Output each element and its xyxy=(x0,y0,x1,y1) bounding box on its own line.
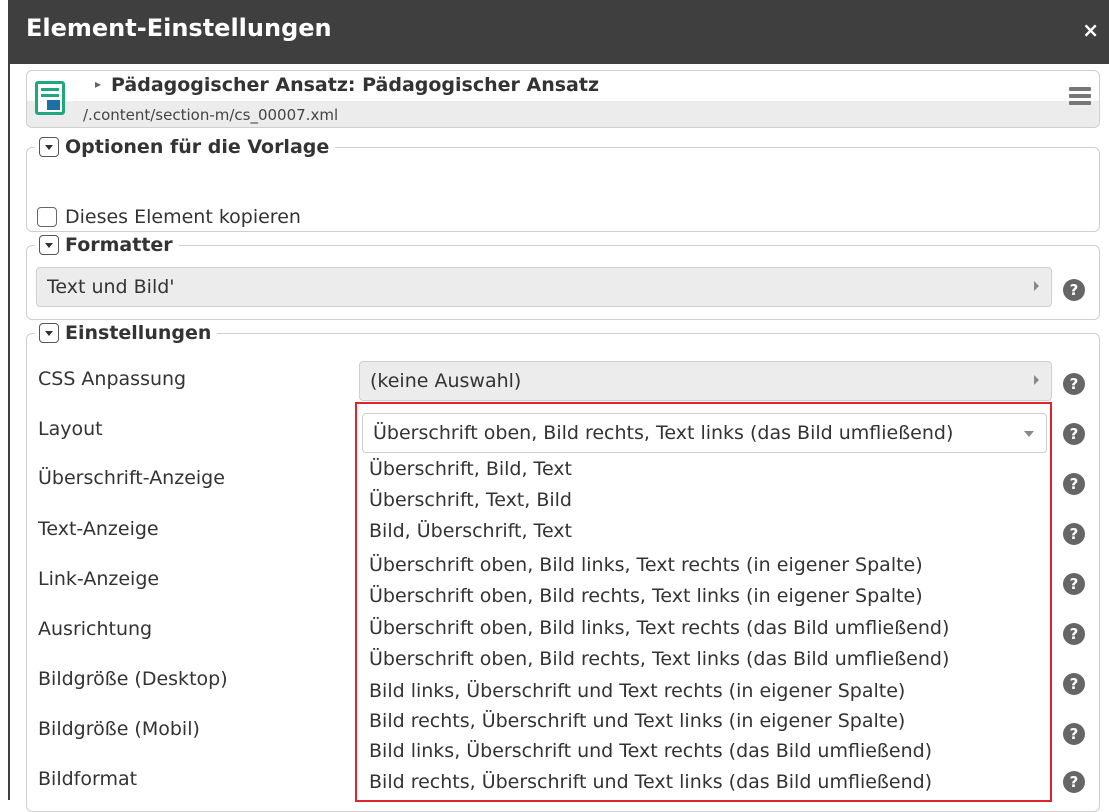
collapse-toggle-icon[interactable] xyxy=(39,323,59,343)
layout-dropdown: Überschrift oben, Bild rechts, Text link… xyxy=(355,402,1052,802)
help-icon[interactable]: ? xyxy=(1063,673,1085,695)
options-legend-label: Optionen für die Vorlage xyxy=(65,136,330,158)
layout-option[interactable]: Überschrift, Bild, Text xyxy=(369,458,572,480)
settings-legend-label: Einstellungen xyxy=(65,322,212,344)
help-icon[interactable]: ? xyxy=(1063,723,1085,745)
help-icon[interactable]: ? xyxy=(1063,623,1085,645)
copy-element-option[interactable]: Dieses Element kopieren xyxy=(37,206,301,228)
help-icon[interactable]: ? xyxy=(1063,373,1085,395)
element-path: /.content/section-m/cs_00007.xml xyxy=(83,106,339,124)
collapse-toggle-icon[interactable] xyxy=(39,235,59,255)
layout-select-value: Überschrift oben, Bild rechts, Text link… xyxy=(373,422,954,444)
help-icon[interactable]: ? xyxy=(1063,473,1085,495)
layout-option[interactable]: Überschrift, Text, Bild xyxy=(369,489,572,511)
help-icon[interactable]: ? xyxy=(1063,573,1085,595)
dialog-title: Element-Einstellungen xyxy=(26,14,332,42)
options-legend: Optionen für die Vorlage xyxy=(35,136,335,158)
copy-element-label: Dieses Element kopieren xyxy=(65,206,301,228)
chevron-right-icon xyxy=(1034,375,1039,385)
chevron-down-icon xyxy=(1024,431,1034,437)
layout-option[interactable]: Überschrift oben, Bild links, Text recht… xyxy=(369,554,923,576)
heading-display-label: Überschrift-Anzeige xyxy=(38,467,225,489)
alignment-label: Ausrichtung xyxy=(38,618,153,640)
element-info-box: ▸ Pädagogischer Ansatz: Pädagogischer An… xyxy=(26,70,1100,128)
element-settings-dialog: Element-Einstellungen × ▸ Pädagogischer … xyxy=(0,0,1109,812)
layout-option[interactable]: Überschrift oben, Bild rechts, Text link… xyxy=(369,648,949,670)
link-display-label: Link-Anzeige xyxy=(38,568,160,590)
expand-arrow-icon[interactable]: ▸ xyxy=(95,77,101,91)
image-size-mobile-label: Bildgröße (Mobil) xyxy=(38,718,200,740)
help-icon[interactable]: ? xyxy=(1063,771,1085,793)
help-icon[interactable]: ? xyxy=(1063,423,1085,445)
layout-select[interactable]: Überschrift oben, Bild rechts, Text link… xyxy=(362,413,1047,453)
layout-option[interactable]: Bild links, Überschrift und Text rechts … xyxy=(369,740,932,762)
formatter-select-value: Text und Bild' xyxy=(47,276,175,298)
dialog-frame-edge xyxy=(8,64,10,800)
text-image-element-icon xyxy=(35,81,65,115)
dialog-titlebar: Element-Einstellungen × xyxy=(8,0,1109,64)
element-heading: Pädagogischer Ansatz: Pädagogischer Ansa… xyxy=(111,74,600,96)
layout-label: Layout xyxy=(38,418,103,440)
layout-option[interactable]: Überschrift oben, Bild links, Text recht… xyxy=(369,617,949,639)
text-display-label: Text-Anzeige xyxy=(38,518,159,540)
formatter-select[interactable]: Text und Bild' xyxy=(36,267,1052,307)
css-adjust-value: (keine Auswahl) xyxy=(370,370,522,392)
css-adjust-label: CSS Anpassung xyxy=(38,368,187,390)
options-group: Optionen für die Vorlage Dieses Element … xyxy=(26,136,1100,232)
help-icon[interactable]: ? xyxy=(1063,523,1085,545)
help-icon[interactable]: ? xyxy=(1063,279,1085,301)
layout-option[interactable]: Überschrift oben, Bild rechts, Text link… xyxy=(369,585,923,607)
image-format-label: Bildformat xyxy=(38,768,138,790)
layout-option[interactable]: Bild, Überschrift, Text xyxy=(369,520,572,542)
image-size-desktop-label: Bildgröße (Desktop) xyxy=(38,668,228,690)
close-icon[interactable]: × xyxy=(1082,18,1099,42)
settings-legend: Einstellungen xyxy=(35,322,217,344)
css-adjust-select[interactable]: (keine Auswahl) xyxy=(359,361,1052,401)
hamburger-menu-icon[interactable] xyxy=(1069,87,1091,108)
layout-option[interactable]: Bild rechts, Überschrift und Text links … xyxy=(369,771,932,793)
formatter-legend: Formatter xyxy=(35,234,179,256)
layout-option[interactable]: Bild links, Überschrift und Text rechts … xyxy=(369,680,905,702)
formatter-legend-label: Formatter xyxy=(65,234,173,256)
copy-element-checkbox[interactable] xyxy=(37,207,57,227)
layout-option[interactable]: Bild rechts, Überschrift und Text links … xyxy=(369,710,905,732)
collapse-toggle-icon[interactable] xyxy=(39,137,59,157)
chevron-right-icon xyxy=(1034,281,1039,291)
